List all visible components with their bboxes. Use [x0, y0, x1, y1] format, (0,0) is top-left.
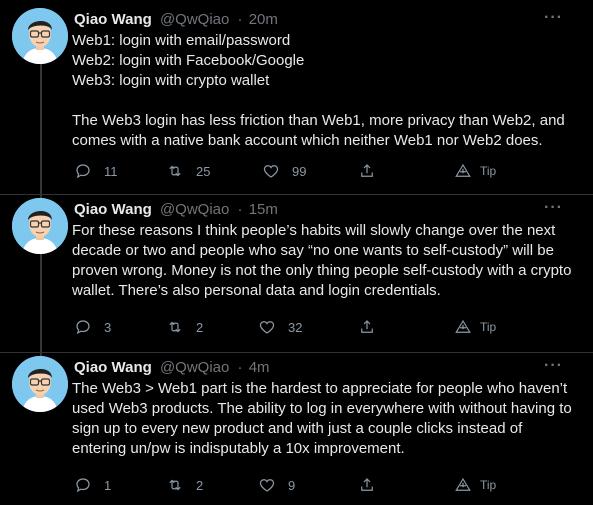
- action-bar: 11 25 99 Tip: [72, 162, 542, 182]
- display-name[interactable]: Qiao Wang: [74, 359, 152, 376]
- handle[interactable]: @QwQiao: [160, 359, 229, 376]
- share-icon: [361, 478, 373, 491]
- divider: [0, 194, 593, 195]
- retweet-count: 2: [196, 319, 204, 335]
- tweet-text: For these reasons I think people’s habit…: [72, 221, 582, 301]
- more-options-icon[interactable]: ···: [544, 356, 563, 376]
- tweet-line: wallet. There’s also personal data and l…: [72, 282, 441, 299]
- heart-icon: [259, 479, 275, 492]
- share-button[interactable]: [358, 162, 376, 180]
- like-count: 32: [288, 319, 303, 335]
- avatar[interactable]: [12, 198, 68, 254]
- reply-count: 1: [104, 477, 112, 493]
- tweet-header: Qiao Wang @QwQiao · 20m ···: [74, 8, 581, 30]
- like-count: 9: [288, 477, 296, 493]
- like-button[interactable]: 9: [258, 476, 295, 494]
- action-bar: 3 2 32 Tip: [72, 318, 542, 338]
- avatar[interactable]: [12, 8, 68, 64]
- timestamp[interactable]: 4m: [249, 359, 270, 376]
- display-name[interactable]: Qiao Wang: [74, 201, 152, 218]
- tip-icon: [455, 477, 471, 491]
- tip-label: Tip: [480, 478, 497, 492]
- share-icon: [361, 164, 373, 177]
- reply-button[interactable]: 11: [74, 162, 118, 180]
- dot-separator: ·: [237, 359, 243, 376]
- avatar-illustration: [12, 198, 68, 254]
- reply-icon: [76, 478, 90, 493]
- like-button[interactable]: 99: [262, 162, 306, 180]
- like-count: 99: [292, 163, 307, 179]
- retweet-button[interactable]: 2: [166, 476, 203, 494]
- dot-separator: ·: [237, 11, 243, 28]
- tip-label: Tip: [480, 164, 497, 178]
- tip-button[interactable]: Tip: [454, 318, 496, 336]
- retweet-icon: [169, 479, 181, 491]
- tweet[interactable]: Qiao Wang @QwQiao · 15m ··· For these re…: [0, 198, 593, 348]
- like-button[interactable]: 32: [258, 318, 302, 336]
- tweet-line: The Web3 > Web1 part is the hardest to a…: [72, 380, 568, 397]
- tweet-line: Web3: login with crypto wallet: [72, 72, 270, 89]
- divider: [0, 352, 593, 353]
- tweet-line: used Web3 products. The ability to log i…: [72, 400, 572, 417]
- reply-button[interactable]: 3: [74, 318, 111, 336]
- tip-icon: [455, 163, 471, 177]
- tweet-line: [72, 91, 582, 111]
- tip-button[interactable]: Tip: [454, 162, 496, 180]
- timestamp[interactable]: 20m: [249, 11, 278, 28]
- retweet-icon: [169, 165, 181, 177]
- reply-icon: [76, 320, 90, 335]
- tweet-line: Web1: login with email/password: [72, 32, 291, 49]
- reply-count: 3: [104, 319, 112, 335]
- more-options-icon[interactable]: ···: [544, 8, 563, 28]
- tweet-line: decade or two and people who say “no one…: [72, 242, 554, 259]
- reply-button[interactable]: 1: [74, 476, 111, 494]
- retweet-button[interactable]: 25: [166, 162, 210, 180]
- tip-label: Tip: [480, 320, 497, 334]
- tip-button[interactable]: Tip: [454, 476, 496, 494]
- retweet-count: 2: [196, 477, 204, 493]
- tip-icon: [455, 319, 471, 333]
- avatar-illustration: [12, 8, 68, 64]
- tweet-text: Web1: login with email/password Web2: lo…: [72, 31, 582, 151]
- heart-icon: [259, 321, 275, 334]
- reply-icon: [76, 164, 90, 179]
- action-bar: 1 2 9 Tip: [72, 476, 542, 496]
- tweet[interactable]: Qiao Wang @QwQiao · 20m ··· Web1: login …: [0, 8, 593, 188]
- retweet-button[interactable]: 2: [166, 318, 203, 336]
- tweet-line: entering un/pw is indisputably a 10x imp…: [72, 440, 405, 457]
- tweet-line: The Web3 login has less friction than We…: [72, 112, 565, 129]
- share-button[interactable]: [358, 318, 376, 336]
- tweet-header: Qiao Wang @QwQiao · 15m ···: [74, 198, 581, 220]
- timestamp[interactable]: 15m: [249, 201, 278, 218]
- handle[interactable]: @QwQiao: [160, 11, 229, 28]
- heart-icon: [263, 165, 279, 178]
- retweet-icon: [169, 321, 181, 333]
- tweet[interactable]: Qiao Wang @QwQiao · 4m ··· The Web3 > We…: [0, 356, 593, 504]
- tweet-header: Qiao Wang @QwQiao · 4m ···: [74, 356, 581, 378]
- share-button[interactable]: [358, 476, 376, 494]
- tweet-line: proven wrong. Money is not the only thin…: [72, 262, 572, 279]
- share-icon: [361, 320, 373, 333]
- tweet-line: For these reasons I think people’s habit…: [72, 222, 556, 239]
- tweet-text: The Web3 > Web1 part is the hardest to a…: [72, 379, 582, 459]
- handle[interactable]: @QwQiao: [160, 201, 229, 218]
- dot-separator: ·: [237, 201, 243, 218]
- avatar[interactable]: [12, 356, 68, 412]
- retweet-count: 25: [196, 163, 211, 179]
- avatar-illustration: [12, 356, 68, 412]
- tweet-line: Web2: login with Facebook/Google: [72, 52, 305, 69]
- display-name[interactable]: Qiao Wang: [74, 11, 152, 28]
- tweet-line: sign up to every new product and with ju…: [72, 420, 523, 437]
- reply-count: 11: [104, 163, 118, 179]
- tweet-line: comes with a native bank account which n…: [72, 132, 543, 149]
- more-options-icon[interactable]: ···: [544, 198, 563, 218]
